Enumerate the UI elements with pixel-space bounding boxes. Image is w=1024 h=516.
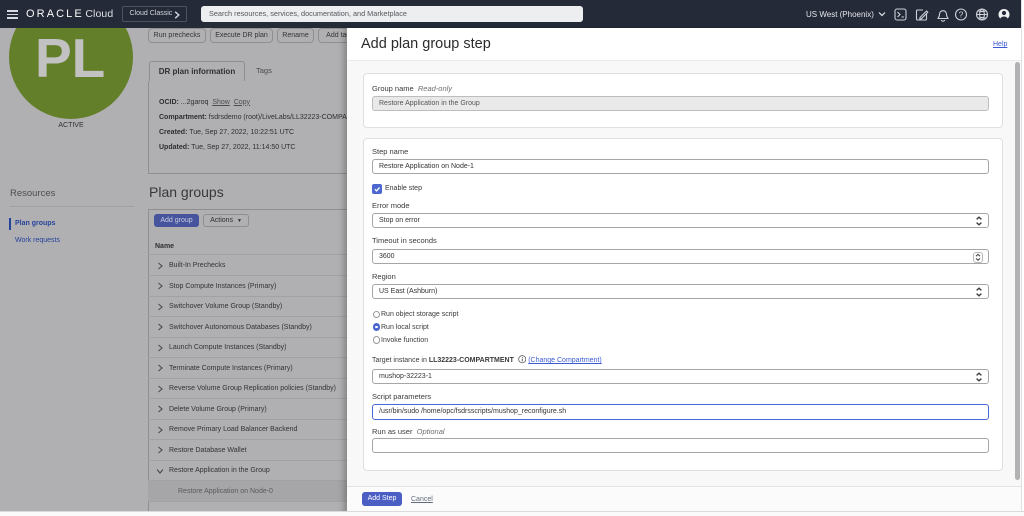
- svg-text:?: ?: [959, 10, 964, 20]
